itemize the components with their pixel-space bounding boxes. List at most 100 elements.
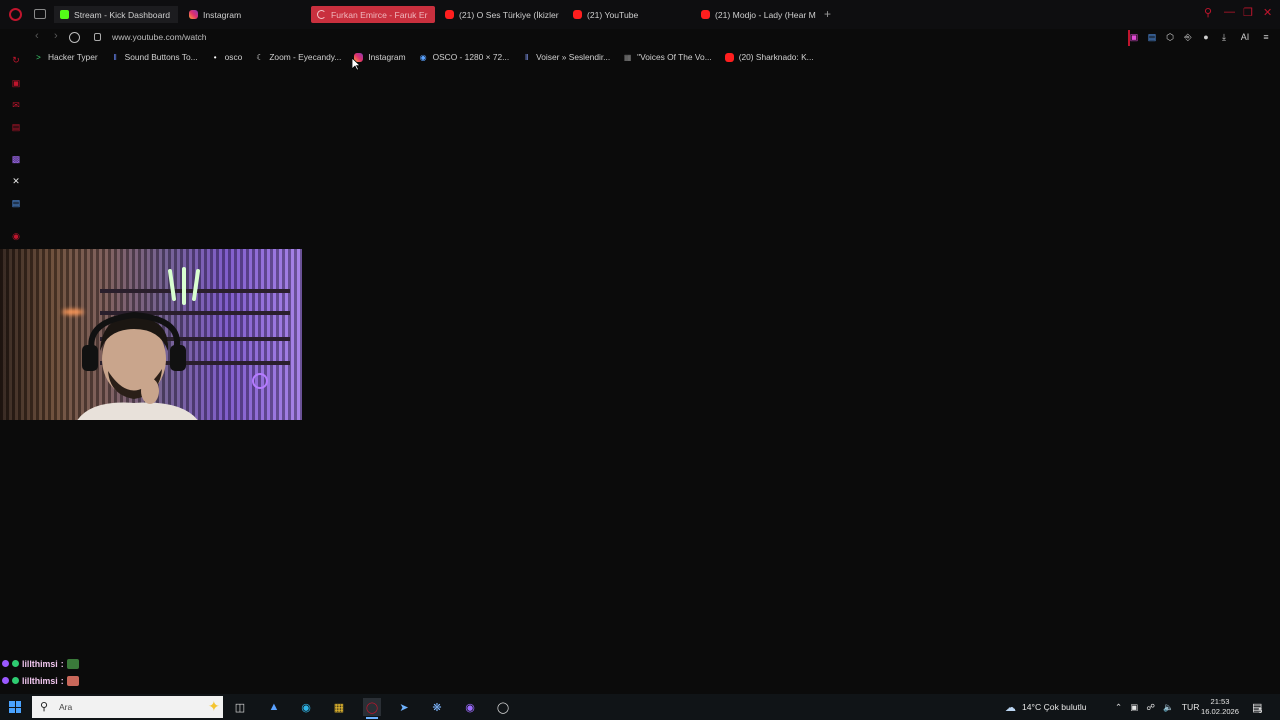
reader-icon[interactable]: ▤ (10, 121, 22, 133)
tab-label: Instagram (203, 9, 242, 20)
easy-setup-icon[interactable]: ⎆ (1182, 31, 1194, 43)
sparkle-icon: ✦ (208, 698, 220, 714)
bookmark-label: OSCO - 1280 × 72... (432, 52, 510, 62)
network-icon[interactable]: ▣ (1130, 702, 1138, 713)
chat-username: lillthimsi (22, 658, 58, 669)
edge-icon[interactable]: ◉ (297, 698, 315, 716)
emote-icon (66, 658, 79, 669)
bookmarks-bar: > Hacker Typer ‖ Sound Buttons To... • o… (34, 52, 814, 62)
aria-ai-button[interactable]: AI (1236, 31, 1254, 43)
notification-center[interactable]: ▤ 5 (1252, 694, 1262, 720)
reload-spinner-icon[interactable] (69, 32, 80, 43)
discord-icon[interactable]: ◉ (461, 698, 479, 716)
bookmark-osco[interactable]: • osco (211, 52, 243, 62)
badge-icon (12, 660, 19, 667)
bookmark-osco-1280[interactable]: ◉ OSCO - 1280 × 72... (419, 52, 510, 62)
webcam-overlay (0, 249, 302, 420)
opera-logo-icon[interactable] (9, 8, 22, 21)
emote-icon (66, 675, 79, 686)
history-icon[interactable]: ↻ (10, 54, 22, 66)
clock[interactable]: 21:53 16.02.2026 (1200, 697, 1240, 717)
settings-app-icon[interactable]: ❋ (428, 698, 446, 716)
windows-start-icon[interactable] (9, 701, 21, 713)
bookmark-sound-buttons[interactable]: ‖ Sound Buttons To... (111, 52, 198, 62)
bookmark-label: Instagram (368, 52, 406, 62)
obs-icon[interactable]: ◯ (494, 698, 512, 716)
badge-icon (12, 677, 19, 684)
loading-icon (317, 10, 326, 19)
translate-extension-icon[interactable]: ▤ (1146, 31, 1158, 43)
chat-message: lillthimsi : (2, 672, 79, 689)
neon-eye-sign (252, 373, 268, 389)
minimize-icon[interactable]: — (1224, 6, 1235, 18)
new-tab-button[interactable]: + (824, 8, 831, 20)
close-icon[interactable]: ✕ (1263, 6, 1272, 19)
profile-icon[interactable]: ● (1200, 31, 1212, 43)
youtube-icon (701, 10, 710, 19)
chevron-up-icon[interactable]: ⌃ (1115, 702, 1122, 713)
volume-icon[interactable]: 🔈 (1163, 702, 1174, 713)
x-twitter-icon[interactable]: ✕ (10, 175, 22, 187)
tab-kick-dashboard[interactable]: Stream - Kick Dashboard (54, 6, 178, 23)
tab-label: (21) Modjo - Lady (Hear M (715, 9, 816, 20)
bookmark-voiser[interactable]: ‖ Voiser » Seslendir... (522, 52, 610, 62)
chat-message: lillthimsi : (2, 655, 79, 672)
forward-icon[interactable]: › (54, 30, 58, 42)
download-icon[interactable]: ⤓ (1218, 31, 1230, 43)
youtube-icon (573, 10, 582, 19)
language-indicator[interactable]: TUR (1182, 702, 1200, 712)
file-explorer-icon[interactable]: ▦ (330, 698, 348, 716)
badge-icon (2, 660, 9, 667)
messenger-icon[interactable]: ✉ (10, 99, 22, 111)
chevron-icon: > (36, 52, 41, 62)
chat-separator: : (60, 658, 64, 669)
menu-icon[interactable]: ≡ (1260, 31, 1272, 43)
tab-furkan-emirce[interactable]: Furkan Emirce - Faruk Er (311, 6, 435, 23)
tab-menu-icon[interactable] (34, 9, 46, 19)
translate-icon[interactable]: ▤ (10, 197, 22, 209)
bookmark-instagram[interactable]: Instagram (354, 52, 406, 62)
usb-icon[interactable]: ☍ (1146, 702, 1155, 713)
tab-label: (21) YouTube (587, 9, 639, 20)
restore-icon[interactable]: ❐ (1243, 6, 1253, 19)
weather-widget[interactable]: ☁ 14°C Çok bulutlu (1005, 694, 1087, 720)
kick-icon (60, 10, 69, 19)
instagram-icon (189, 10, 198, 19)
music-player-icon[interactable]: ◉ (10, 230, 22, 242)
tab-strip: Stream - Kick Dashboard Instagram Furkan… (0, 0, 1280, 29)
bookmark-label: (20) Sharknado: K... (738, 52, 814, 62)
extensions-cube-icon[interactable]: ⬡ (1164, 31, 1176, 43)
toolbar-accent-divider (1128, 30, 1130, 46)
dot-icon: • (213, 52, 217, 62)
tab-label: Furkan Emirce - Faruk Er (331, 9, 428, 20)
bars-icon: ‖ (113, 52, 117, 62)
bookmark-label: Zoom - Eyecandy... (269, 52, 342, 62)
bookmark-sharknado[interactable]: (20) Sharknado: K... (724, 52, 814, 62)
notification-count: 5 (1258, 707, 1263, 715)
tab-youtube[interactable]: (21) YouTube (567, 6, 689, 23)
url-field[interactable]: www.youtube.com/watch (112, 32, 207, 42)
back-icon[interactable]: ‹ (35, 30, 39, 42)
search-tabs-icon[interactable]: ⚲ (1204, 6, 1212, 19)
bag-icon[interactable]: ▣ (10, 77, 22, 89)
lock-icon[interactable] (94, 33, 101, 41)
tab-label: Stream - Kick Dashboard (74, 9, 170, 20)
steam-icon[interactable]: ➤ (395, 698, 413, 716)
tab-o-ses-turkiye[interactable]: (21) O Ses Türkiye (İkizler (439, 6, 561, 23)
tab-instagram[interactable]: Instagram (183, 6, 303, 23)
streamer-silhouette (77, 311, 198, 420)
bookmark-zoom-eyecandy[interactable]: ☾ Zoom - Eyecandy... (255, 52, 341, 62)
ai-label: AI (1240, 32, 1250, 42)
opera-taskbar-icon[interactable]: ◯ (363, 698, 381, 719)
taskbar-search[interactable]: ⚲ Ara ✦ (32, 696, 223, 718)
wave-icon: ‖ (524, 52, 529, 62)
bookmark-label: osco (224, 52, 243, 62)
task-view-icon[interactable]: ◫ (231, 698, 249, 716)
bookmark-hacker-typer[interactable]: > Hacker Typer (34, 52, 98, 62)
tab-modjo-lady[interactable]: (21) Modjo - Lady (Hear M (695, 6, 819, 23)
bookmark-label: "Voices Of The Vo... (637, 52, 712, 62)
twitch-icon[interactable]: ▩ (10, 153, 22, 165)
bookmark-voices-of-the-void[interactable]: ▦ "Voices Of The Vo... (623, 52, 712, 62)
badge-icon (2, 677, 9, 684)
explorer-app-icon[interactable]: ▲ (265, 698, 283, 716)
